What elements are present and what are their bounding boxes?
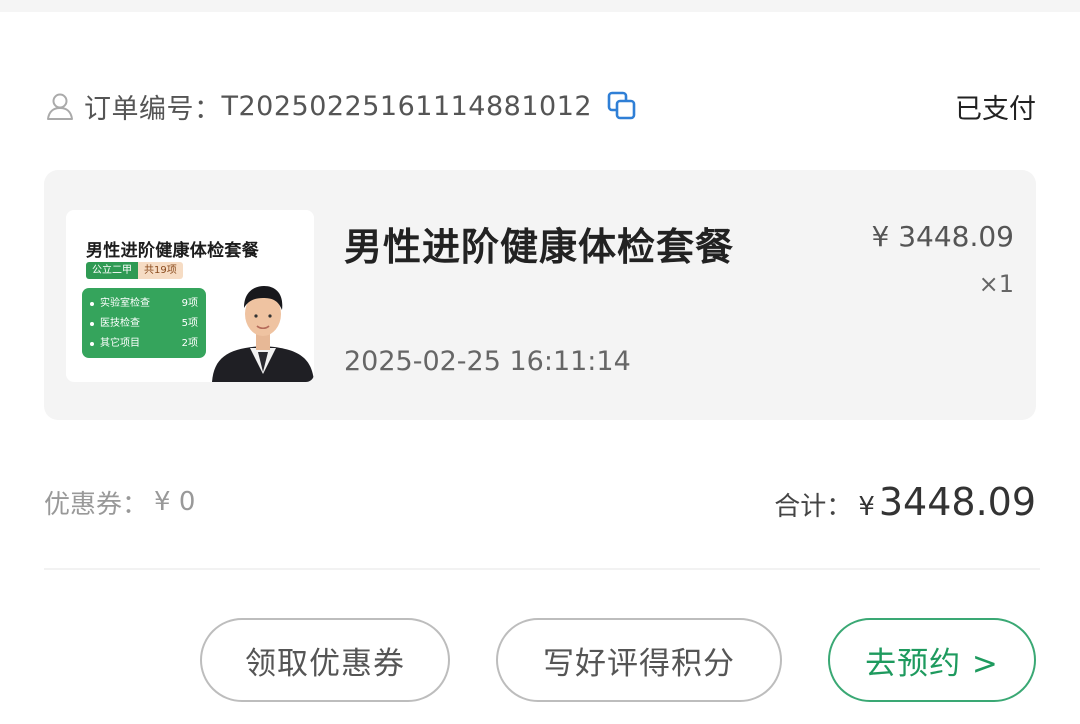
divider bbox=[44, 568, 1040, 570]
thumbnail-title: 男性进阶健康体检套餐 bbox=[86, 241, 259, 261]
coupon-value: ¥ 0 bbox=[154, 487, 196, 517]
doctor-portrait-image bbox=[212, 286, 314, 382]
thumbnail-item: 医技检查 5项 bbox=[90, 314, 198, 334]
thumbnail-item-name: 医技检查 bbox=[90, 314, 140, 334]
product-price: ¥ 3448.09 bbox=[871, 220, 1014, 253]
product-quantity: ×1 bbox=[978, 270, 1014, 298]
thumbnail-tag: 公立二甲 共19项 bbox=[86, 262, 183, 279]
book-appointment-button[interactable]: 去预约 > bbox=[828, 618, 1036, 702]
order-status: 已支付 bbox=[955, 93, 1036, 125]
thumbnail-item-count: 2项 bbox=[181, 338, 198, 349]
write-review-button[interactable]: 写好评得积分 bbox=[496, 618, 782, 702]
user-icon bbox=[44, 90, 76, 122]
coupon-label: 优惠券： bbox=[44, 489, 149, 520]
thumbnail-item: 其它项目 2项 bbox=[90, 334, 198, 354]
total-label: 合计： bbox=[774, 492, 853, 522]
total-currency: ¥ bbox=[858, 492, 875, 522]
thumbnail-item-list: 实验室检查 9项 医技检查 5项 其它项目 2项 bbox=[82, 288, 206, 358]
product-thumbnail: 男性进阶健康体检套餐 公立二甲 共19项 实验室检查 9项 医技检查 5项 其它… bbox=[66, 210, 314, 382]
order-total: 合计： ¥ 3448.09 bbox=[774, 480, 1036, 524]
thumbnail-item: 实验室检查 9项 bbox=[90, 294, 198, 314]
top-strip bbox=[0, 0, 1080, 12]
product-title[interactable]: 男性进阶健康体检套餐 bbox=[344, 216, 734, 271]
order-summary: 优惠券： ¥ 0 合计： ¥ 3448.09 bbox=[44, 480, 1036, 524]
order-number-label: 订单编号： bbox=[84, 93, 222, 125]
get-coupon-button[interactable]: 领取优惠券 bbox=[200, 618, 450, 702]
order-date: 2025-02-25 16:11:14 bbox=[344, 346, 631, 377]
thumbnail-item-name: 实验室检查 bbox=[90, 294, 150, 314]
thumbnail-item-count: 5项 bbox=[181, 318, 198, 329]
product-card[interactable]: 男性进阶健康体检套餐 公立二甲 共19项 实验室检查 9项 医技检查 5项 其它… bbox=[44, 170, 1036, 420]
thumbnail-item-name: 其它项目 bbox=[90, 334, 140, 354]
thumbnail-tag-right: 共19项 bbox=[138, 262, 183, 279]
order-header: 订单编号： T20250225161114881012 已支付 bbox=[44, 84, 1036, 128]
order-number: T20250225161114881012 bbox=[221, 90, 593, 122]
thumbnail-item-count: 9项 bbox=[181, 298, 198, 309]
thumbnail-tag-left: 公立二甲 bbox=[86, 262, 138, 279]
coupon-info: 优惠券： ¥ 0 bbox=[44, 484, 195, 521]
total-amount: 3448.09 bbox=[878, 480, 1036, 524]
copy-icon[interactable] bbox=[606, 90, 638, 122]
